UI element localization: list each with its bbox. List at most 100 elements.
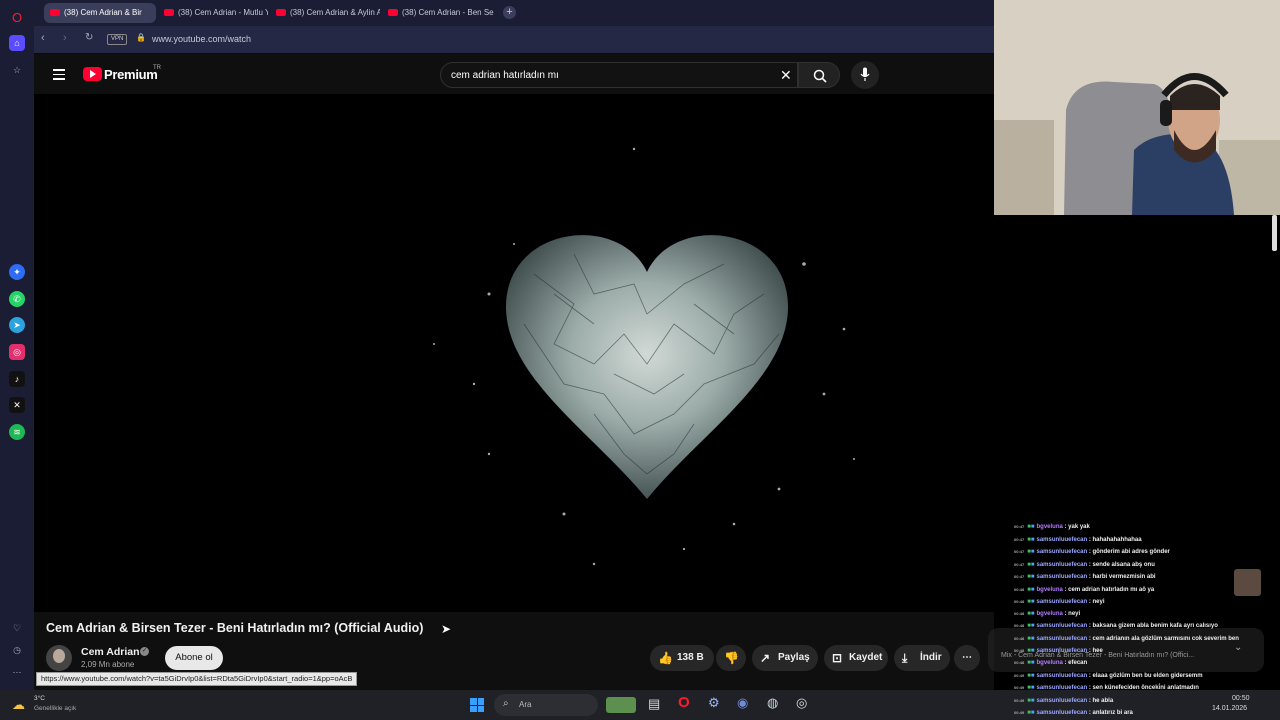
search-icon [813,69,827,83]
vpn-badge[interactable]: VPN [107,34,128,45]
messenger-icon[interactable]: ✦ [9,264,25,280]
chat-avatar-thumbnail [1234,569,1261,596]
download-button[interactable]: ⤓ İndir [894,645,950,671]
clock-time[interactable]: 00:50 [1232,695,1250,702]
home-icon[interactable]: ⌂ [9,35,25,51]
channel-name[interactable]: Cem Adrian [81,646,140,658]
badge-icon: ■ [1030,574,1035,580]
taskbar-search[interactable]: ⌕ Ara [494,694,598,716]
thumbs-up-icon: 👍 [658,651,673,665]
file-explorer-icon[interactable]: ▤ [648,696,660,712]
search-input[interactable]: cem adrian hatırladın mı ✕ [440,62,798,88]
tab-2[interactable]: (38) Cem Adrian - Mutlu Y [158,3,268,23]
chat-message: 00:47 ■■ bgveluna : yak yak [1014,524,1090,530]
youtube-favicon-icon [276,9,286,16]
instagram-icon[interactable]: ◎ [9,344,25,360]
search-button[interactable] [798,62,840,88]
whatsapp-icon[interactable]: ✆ [9,291,25,307]
tab-3[interactable]: (38) Cem Adrian & Aylin A [270,3,380,23]
chat-message: 00:48 ■■ bgveluna : cem adrian hatırladın … [1014,587,1155,593]
tiktok-icon[interactable]: ♪ [9,371,25,387]
weather-desc[interactable]: Genellikle açık [34,705,76,712]
badge-icon: ■ [1030,562,1035,568]
youtube-header: Premium TR cem adrian hatırladın mı ✕ [34,54,994,94]
badge-icon: ■ [1030,587,1035,593]
spotify-icon[interactable]: ≋ [9,424,25,440]
back-icon[interactable]: ‹ [41,32,45,44]
save-button[interactable]: ⊡ Kaydet [824,645,888,671]
streamer-camera-image [994,0,1280,215]
chat-message: 00:47 ■■ samsunluuefecan : gönderim abi ad… [1014,549,1170,555]
forward-icon[interactable]: › [63,32,67,44]
youtube-favicon-icon [50,9,60,16]
lock-icon: 🔒 [136,33,146,42]
link-status-bar: https://www.youtube.com/watch?v=ta5GiDrv… [36,672,358,686]
opera-logo-icon[interactable]: O [9,9,25,25]
x-icon[interactable]: ✕ [9,397,25,413]
tab-1[interactable]: (38) Cem Adrian & Bir [44,3,156,23]
channel-avatar[interactable] [46,645,72,671]
telegram-icon[interactable]: ➤ [9,317,25,333]
youtube-logo-icon[interactable] [83,67,102,81]
share-label: Paylaş [778,652,810,663]
mouse-cursor-icon: ➤ [441,622,452,636]
discord-icon[interactable]: ◉ [737,695,748,711]
heart-icon[interactable]: ♡ [9,620,25,636]
chat-scrollbar[interactable] [1272,215,1277,251]
url-text[interactable]: www.youtube.com/watch [152,34,251,44]
badge-icon: ■ [1030,698,1035,704]
chat-message: 00:48 ■■ samsunluuefecan : cem adrianın al… [1014,636,1239,642]
tab-4[interactable]: (38) Cem Adrian - Ben Sen [382,3,494,23]
search-icon: ⌕ [503,698,509,709]
badge-icon: ■ [1030,710,1035,716]
youtube-premium-logo[interactable]: Premium [104,67,158,82]
reload-icon[interactable]: ↻ [85,32,93,43]
download-icon: ⤓ [902,651,908,665]
badge-icon: ■ [1030,660,1035,666]
badge-icon: ■ [1030,599,1035,605]
windows-start-icon[interactable] [470,698,484,712]
badge-icon: ■ [1030,623,1035,629]
dislike-button[interactable]: 👎 [716,645,746,671]
menu-icon[interactable] [53,69,65,80]
new-tab-icon[interactable]: + [503,6,516,19]
search-placeholder: Ara [519,700,532,709]
region-label: TR [153,65,161,71]
chat-message: 00:47 ■■ samsunluuefecan : harbi vermezmis… [1014,574,1156,580]
video-player[interactable] [34,94,994,612]
opera-sidebar: O ⌂ ☆ ✦ ✆ ➤ ◎ ♪ ✕ ≋ ♡ ◷ ⋯ [0,0,34,690]
badge-icon: ■ [1030,648,1035,654]
weather-temp[interactable]: 3°C [34,695,45,702]
more-horizontal-icon: ⋯ [962,652,972,663]
chat-message: 00:48 ■■ samsunluuefecan : hee [1014,648,1103,654]
clock-date[interactable]: 14.01.2026 [1212,705,1247,712]
like-button[interactable]: 👍 138 B [650,645,714,671]
chat-message: 00:48 ■■ bgveluna : efecan [1014,660,1088,666]
share-button[interactable]: ↗ Paylaş [752,645,818,671]
chat-message: 00:49 ■■ samsunluuefecan : elaaa gözlüm be… [1014,673,1203,679]
chat-message: 00:49 ■■ samsunluuefecan : anlatırız bi ar… [1014,710,1133,716]
subscribe-button[interactable]: Abone ol [165,646,223,670]
widget-thumbnail-icon[interactable] [606,697,636,713]
youtube-favicon-icon [164,9,174,16]
more-actions-button[interactable]: ⋯ [954,645,980,671]
badge-icon: ■ [1030,549,1035,555]
chat-message: 00:48 ■■ samsunluuefecan : neyi [1014,599,1105,605]
weather-icon[interactable]: ☁ [12,697,25,713]
voice-search-button[interactable] [851,61,879,89]
chat-message: 00:48 ■■ samsunluuefecan : baksana gizem a… [1014,623,1218,629]
more-icon[interactable]: ⋯ [9,664,25,680]
badge-icon: ■ [1030,611,1035,617]
tab-bar: (38) Cem Adrian & Bir (38) Cem Adrian - … [34,0,994,26]
clear-search-icon[interactable]: ✕ [780,67,792,84]
app-icon[interactable]: ⚙ [708,695,720,711]
share-icon: ↗ [760,651,771,665]
badge-icon: ■ [1030,524,1035,530]
history-icon[interactable]: ◷ [9,642,25,658]
subscriber-count: 2,09 Mn abone [81,660,135,669]
star-icon[interactable]: ☆ [9,62,25,78]
obs-icon[interactable]: ◎ [796,695,807,711]
save-label: Kaydet [849,652,883,663]
steam-icon[interactable]: ◍ [767,695,778,711]
opera-taskbar-icon[interactable]: O [678,694,690,711]
